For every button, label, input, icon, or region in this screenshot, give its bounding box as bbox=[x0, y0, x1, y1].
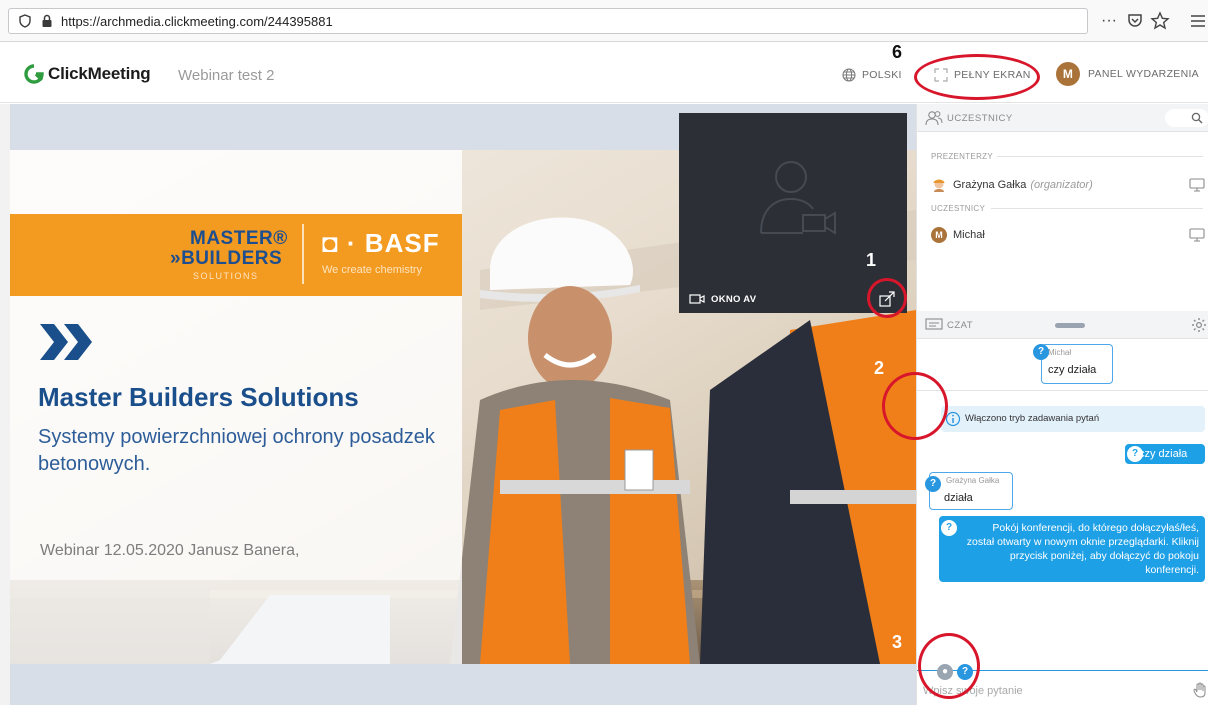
master-builders-line1: MASTER® bbox=[190, 228, 288, 249]
message-text: czy działa bbox=[1048, 364, 1097, 376]
shield-icon[interactable] bbox=[19, 14, 31, 28]
clickmeeting-logo-icon bbox=[24, 64, 44, 84]
url-text[interactable]: https://archmedia.clickmeeting.com/24439… bbox=[61, 14, 333, 29]
star-icon[interactable] bbox=[1150, 11, 1170, 31]
page-actions-button[interactable]: ··· bbox=[1098, 11, 1120, 31]
message-text: działa bbox=[944, 492, 973, 504]
panel-resize-handle[interactable] bbox=[1055, 323, 1085, 328]
divider bbox=[991, 208, 1203, 209]
participant-role: (organizator) bbox=[1030, 179, 1093, 191]
divider bbox=[997, 156, 1203, 157]
divider bbox=[917, 390, 1208, 391]
question-badge: ? bbox=[941, 520, 957, 536]
banner-divider bbox=[302, 224, 304, 284]
camera-icon bbox=[689, 294, 705, 304]
av-label-group: OKNO AV bbox=[689, 293, 756, 305]
right-panel: UCZESTNICY PREZENTERZY Grażyna Gałka (or… bbox=[916, 104, 1208, 705]
event-panel-button[interactable]: M PANEL WYDARZENIA bbox=[1056, 62, 1199, 86]
attendees-group-label: UCZESTNICY bbox=[931, 204, 986, 213]
slide-title: Master Builders Solutions bbox=[38, 382, 359, 412]
user-camera-placeholder-icon bbox=[760, 161, 836, 235]
event-panel-label: PANEL WYDARZENIA bbox=[1088, 68, 1199, 80]
info-text: Włączono tryb zadawania pytań bbox=[965, 413, 1100, 424]
message-author: Grażyna Gałka bbox=[946, 476, 1000, 485]
language-selector[interactable]: POLSKI bbox=[842, 67, 902, 83]
chat-title: CZAT bbox=[947, 320, 974, 331]
info-notice: Włączono tryb zadawania pytań bbox=[941, 406, 1205, 432]
chat-icon bbox=[925, 318, 943, 330]
master-builders-line3: SOLUTIONS bbox=[193, 271, 259, 281]
basf-logo: ◘ · BASF bbox=[322, 228, 440, 258]
participants-header: UCZESTNICY bbox=[917, 104, 1208, 132]
question-badge: ? bbox=[1033, 344, 1049, 360]
question-badge: ? bbox=[925, 476, 941, 492]
gear-icon[interactable] bbox=[1191, 317, 1207, 333]
message-text: czy działa bbox=[1139, 448, 1188, 460]
avatar: M bbox=[1056, 62, 1080, 86]
clickmeeting-logo: ClickMeeting bbox=[24, 63, 151, 85]
monitor-icon bbox=[1189, 228, 1205, 242]
annotation-number-3: 3 bbox=[892, 632, 903, 652]
more-icon: ··· bbox=[1101, 12, 1117, 29]
menu-icon[interactable] bbox=[1190, 13, 1206, 29]
hand-icon[interactable] bbox=[1193, 682, 1207, 698]
participants-title: UCZESTNICY bbox=[947, 113, 1013, 124]
participants-search[interactable] bbox=[1165, 109, 1208, 127]
monitor-icon bbox=[1189, 178, 1205, 192]
message-author: Michał bbox=[1048, 348, 1072, 357]
info-icon bbox=[945, 411, 961, 427]
participant-name: Grażyna Gałka bbox=[953, 179, 1027, 191]
chat-message: Grażyna Gałka działa bbox=[929, 472, 1013, 510]
annotation-circle-1 bbox=[867, 278, 907, 318]
annotation-number-1: 1 bbox=[866, 250, 877, 270]
search-icon bbox=[1191, 112, 1203, 124]
address-bar[interactable]: https://archmedia.clickmeeting.com/24439… bbox=[8, 8, 1088, 34]
annotation-circle-6 bbox=[914, 54, 1040, 100]
stage-gutter bbox=[0, 104, 10, 705]
presenter-avatar-icon bbox=[933, 179, 945, 192]
slide-footer: Webinar 12.05.2020 Janusz Banera, bbox=[40, 542, 300, 559]
participant-avatar: M bbox=[931, 227, 947, 243]
annotation-circle-2 bbox=[882, 372, 948, 440]
annotation-circle-3 bbox=[918, 633, 980, 699]
presenters-group-label: PREZENTERZY bbox=[931, 152, 993, 161]
master-builders-line2: »BUILDERS bbox=[170, 248, 283, 269]
chat-message-own: Pokój konferencji, do którego dołączyłaś… bbox=[939, 516, 1205, 582]
chat-message: Michał czy działa bbox=[1041, 344, 1113, 384]
lock-icon[interactable] bbox=[41, 14, 53, 28]
browser-toolbar: https://archmedia.clickmeeting.com/24439… bbox=[0, 0, 1208, 42]
participant-row[interactable]: M Michał bbox=[931, 226, 985, 244]
participant-name: Michał bbox=[953, 229, 985, 241]
event-title: Webinar test 2 bbox=[178, 67, 275, 84]
av-window-label: OKNO AV bbox=[711, 293, 757, 305]
users-icon bbox=[925, 111, 943, 126]
brand-name: ClickMeeting bbox=[48, 64, 151, 83]
pocket-icon[interactable] bbox=[1126, 12, 1144, 30]
message-text: Pokój konferencji, do którego dołączyłaś… bbox=[966, 522, 1199, 576]
participant-row[interactable]: Grażyna Gałka (organizator) bbox=[931, 176, 1093, 194]
annotation-number-2: 2 bbox=[874, 358, 885, 378]
question-badge: ? bbox=[1127, 446, 1143, 462]
globe-icon bbox=[842, 68, 856, 82]
chevrons-icon bbox=[40, 324, 92, 360]
annotation-number-6: 6 bbox=[892, 42, 903, 62]
chat-header: CZAT bbox=[917, 311, 1208, 339]
basf-tagline: We create chemistry bbox=[322, 264, 423, 276]
slide-subtitle: Systemy powierzchniowej ochrony posadzek… bbox=[38, 426, 435, 475]
language-label: POLSKI bbox=[862, 69, 902, 81]
logo-banner: MASTER® »BUILDERS SOLUTIONS ◘ · BASF We … bbox=[10, 214, 462, 296]
